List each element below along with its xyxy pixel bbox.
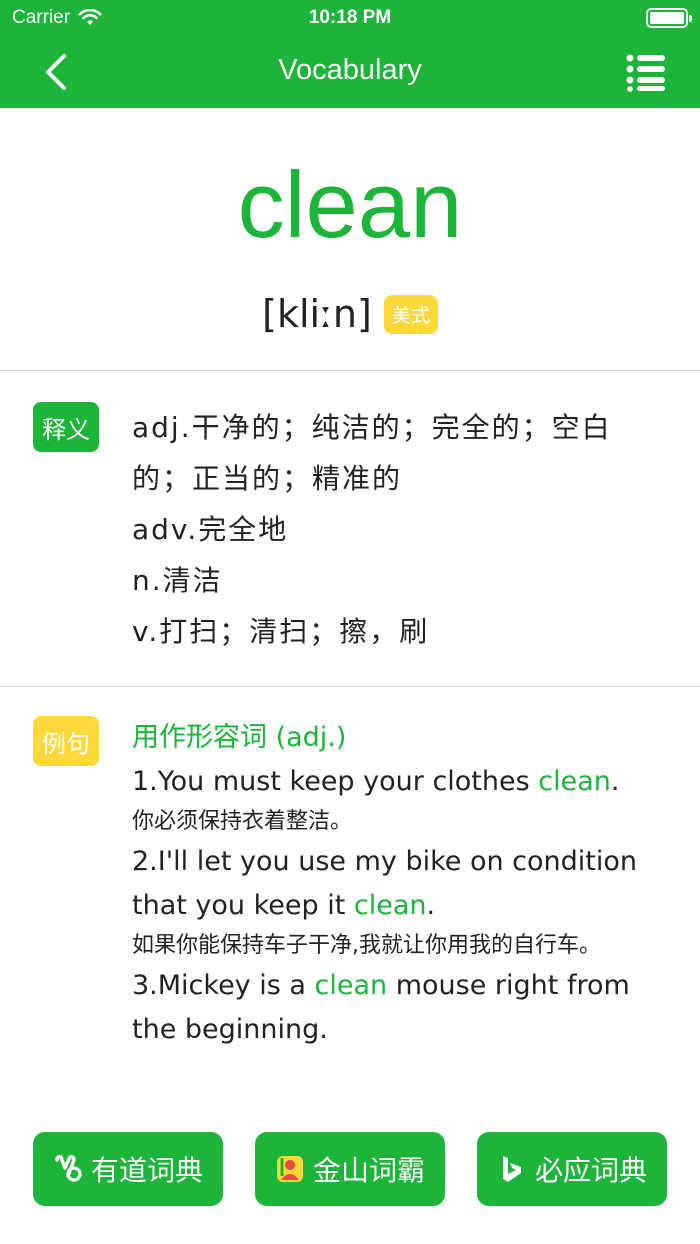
example-list: 用作形容词 (adj.) 1.You must keep your clothe…	[132, 716, 672, 1052]
menu-button[interactable]	[626, 52, 666, 92]
app-header: Carrier 10:18 PM Vocabulary	[0, 0, 700, 108]
phonetic-text: [kliːn]	[262, 292, 372, 336]
youdao-dictionary-button[interactable]: 有道词典	[33, 1132, 223, 1206]
status-bar: Carrier 10:18 PM	[0, 0, 700, 36]
example-sentence: 1.You must keep your clothes clean.	[132, 760, 672, 804]
definition-list: adj.干净的；纯洁的；完全的；空白 的；正当的；精准的 adv.完全地 n.清…	[132, 402, 672, 657]
example-sentence: 3.Mickey is a clean mouse right from the…	[132, 964, 672, 1052]
iciba-dictionary-button[interactable]: 金山词霸	[255, 1132, 445, 1206]
divider	[0, 370, 700, 371]
example-text: mouse right from	[387, 970, 630, 1001]
definition-line: 的；正当的；精准的	[132, 462, 403, 495]
dictionary-label: 有道词典	[90, 1154, 203, 1187]
page-title: Vocabulary	[278, 54, 422, 86]
definition-line: adv.完全地	[132, 513, 289, 546]
example-sentence: 2.I'll let you use my bike on condition …	[132, 840, 672, 928]
dictionary-label: 必应词典	[534, 1154, 647, 1187]
dictionary-label: 金山词霸	[312, 1154, 425, 1187]
definition-tag: 释义	[33, 402, 99, 452]
list-icon	[626, 54, 665, 92]
vocab-word: clean	[237, 152, 463, 257]
example-text: that you keep it	[132, 890, 354, 921]
status-time: 10:18 PM	[308, 7, 392, 28]
example-translation: 如果你能保持车子干净,我就让你用我的自行车。	[132, 933, 601, 958]
bing-icon	[502, 1156, 521, 1182]
example-tag: 例句	[33, 716, 99, 766]
example-text: 1.You must keep your clothes	[132, 766, 539, 797]
battery-icon	[646, 8, 692, 28]
example-text: 2.I'll let you use my bike on condition	[132, 846, 637, 877]
iciba-icon	[276, 1156, 303, 1182]
highlighted-word: clean	[353, 890, 427, 921]
highlighted-word: clean	[538, 766, 611, 797]
highlighted-word: clean	[314, 970, 388, 1001]
pronunciation-row: [kliːn] 美式	[0, 292, 700, 336]
example-text: 3.Mickey is a	[132, 970, 315, 1001]
bing-dictionary-button[interactable]: 必应词典	[477, 1132, 667, 1206]
example-translation: 你必须保持衣着整洁。	[132, 809, 353, 834]
divider	[0, 686, 700, 687]
youdao-icon	[55, 1155, 82, 1182]
example-heading: 用作形容词 (adj.)	[132, 722, 347, 753]
example-text: the beginning.	[132, 1014, 328, 1045]
example-text: .	[426, 890, 436, 921]
definition-line: n.清洁	[132, 564, 223, 597]
accent-badge[interactable]: 美式	[383, 294, 438, 334]
definition-line: adj.干净的；纯洁的；完全的；空白	[132, 411, 612, 444]
definition-line: v.打扫；清扫；擦，刷	[132, 615, 430, 648]
example-text: .	[610, 766, 620, 797]
navigation-bar: Vocabulary	[0, 36, 700, 108]
